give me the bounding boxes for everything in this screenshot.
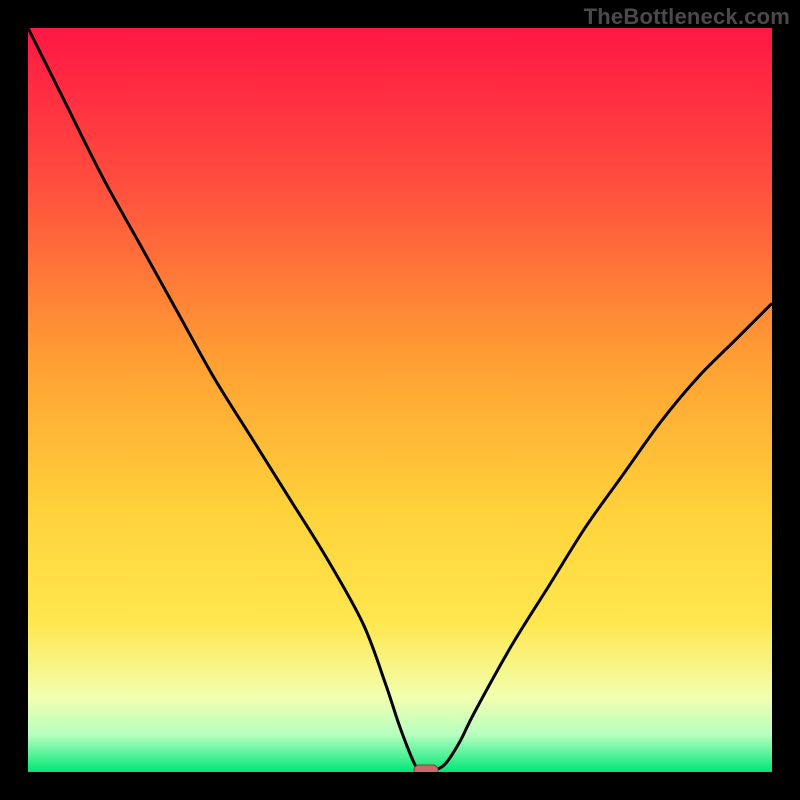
- watermark-text: TheBottleneck.com: [584, 4, 790, 30]
- plot-area: [28, 28, 772, 772]
- gradient-background: [28, 28, 772, 772]
- chart-frame: TheBottleneck.com: [0, 0, 800, 800]
- chart-svg: [28, 28, 772, 772]
- optimum-marker: [414, 765, 438, 772]
